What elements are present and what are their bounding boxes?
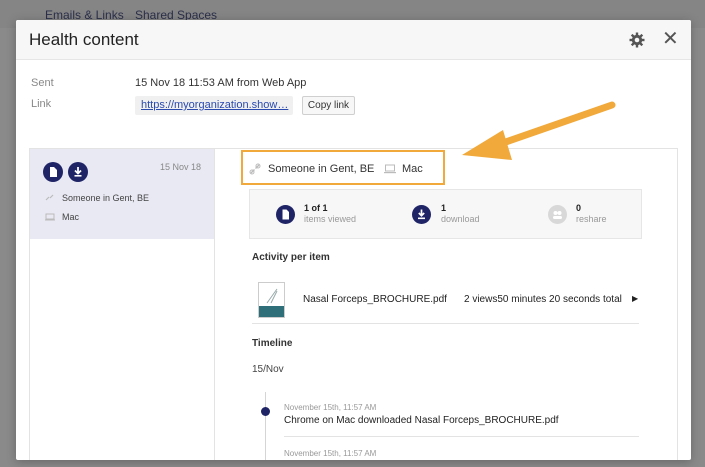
sent-label: Sent bbox=[31, 77, 54, 89]
reshare-count: 0 bbox=[576, 203, 582, 213]
visitor-summary: Someone in Gent, BE Mac bbox=[241, 150, 445, 185]
document-icon bbox=[276, 205, 295, 224]
close-icon[interactable]: ✕ bbox=[662, 29, 679, 49]
dialog-title: Health content bbox=[29, 30, 139, 49]
timeline-line bbox=[265, 392, 266, 460]
download-icon bbox=[68, 162, 88, 182]
event-text: Chrome on Mac downloaded Nasal Forceps_B… bbox=[284, 415, 559, 426]
event-time: November 15th, 11:57 AM bbox=[284, 403, 377, 412]
visitor-location: Someone in Gent, BE bbox=[268, 163, 375, 175]
link-icon bbox=[249, 163, 261, 175]
expand-caret-icon[interactable]: ▶ bbox=[632, 294, 638, 303]
reshare-icon bbox=[548, 205, 567, 224]
link-label: Link bbox=[31, 98, 52, 110]
session-device: Mac bbox=[62, 212, 80, 222]
item-stats: 2 views50 minutes 20 seconds total bbox=[464, 294, 622, 305]
session-date: 15 Nov 18 bbox=[160, 162, 202, 172]
timeline-dot bbox=[261, 407, 270, 416]
share-link[interactable]: https://myorganization.show… bbox=[135, 96, 293, 115]
timeline-date: 15/Nov bbox=[252, 364, 284, 375]
dialog-header: Health content ✕ bbox=[16, 20, 691, 60]
document-icon bbox=[43, 162, 63, 182]
copy-link-button[interactable]: Copy link bbox=[302, 96, 355, 115]
session-location: Someone in Gent, BE bbox=[62, 193, 150, 203]
reshare-label: reshare bbox=[576, 214, 607, 224]
link-icon bbox=[45, 194, 54, 201]
item-name[interactable]: Nasal Forceps_BROCHURE.pdf bbox=[303, 294, 447, 305]
divider bbox=[284, 436, 639, 437]
event-time: November 15th, 11:57 AM bbox=[284, 449, 377, 458]
document-thumbnail bbox=[258, 282, 285, 318]
items-viewed-label: items viewed bbox=[304, 214, 357, 224]
download-label: download bbox=[441, 214, 480, 224]
laptop-icon bbox=[384, 164, 396, 174]
divider bbox=[252, 323, 639, 324]
laptop-icon bbox=[45, 213, 55, 221]
items-viewed-count: 1 of 1 bbox=[304, 203, 328, 213]
timeline-title: Timeline bbox=[252, 338, 293, 349]
sent-value: 15 Nov 18 11:53 AM from Web App bbox=[135, 77, 307, 89]
session-item[interactable]: 15 Nov 18 Someone in Gent, BE Mac bbox=[30, 149, 214, 239]
visitor-device: Mac bbox=[402, 163, 423, 175]
content-dialog: Health content ✕ Sent 15 Nov 18 11:53 AM… bbox=[16, 20, 691, 460]
gear-icon[interactable] bbox=[629, 32, 645, 48]
download-icon bbox=[412, 205, 431, 224]
activity-title: Activity per item bbox=[252, 252, 330, 263]
download-count: 1 bbox=[441, 203, 447, 213]
engagement-stats: 1 of 1 items viewed 1 download 0 reshare bbox=[249, 189, 642, 239]
session-list: 15 Nov 18 Someone in Gent, BE Mac bbox=[29, 148, 214, 460]
